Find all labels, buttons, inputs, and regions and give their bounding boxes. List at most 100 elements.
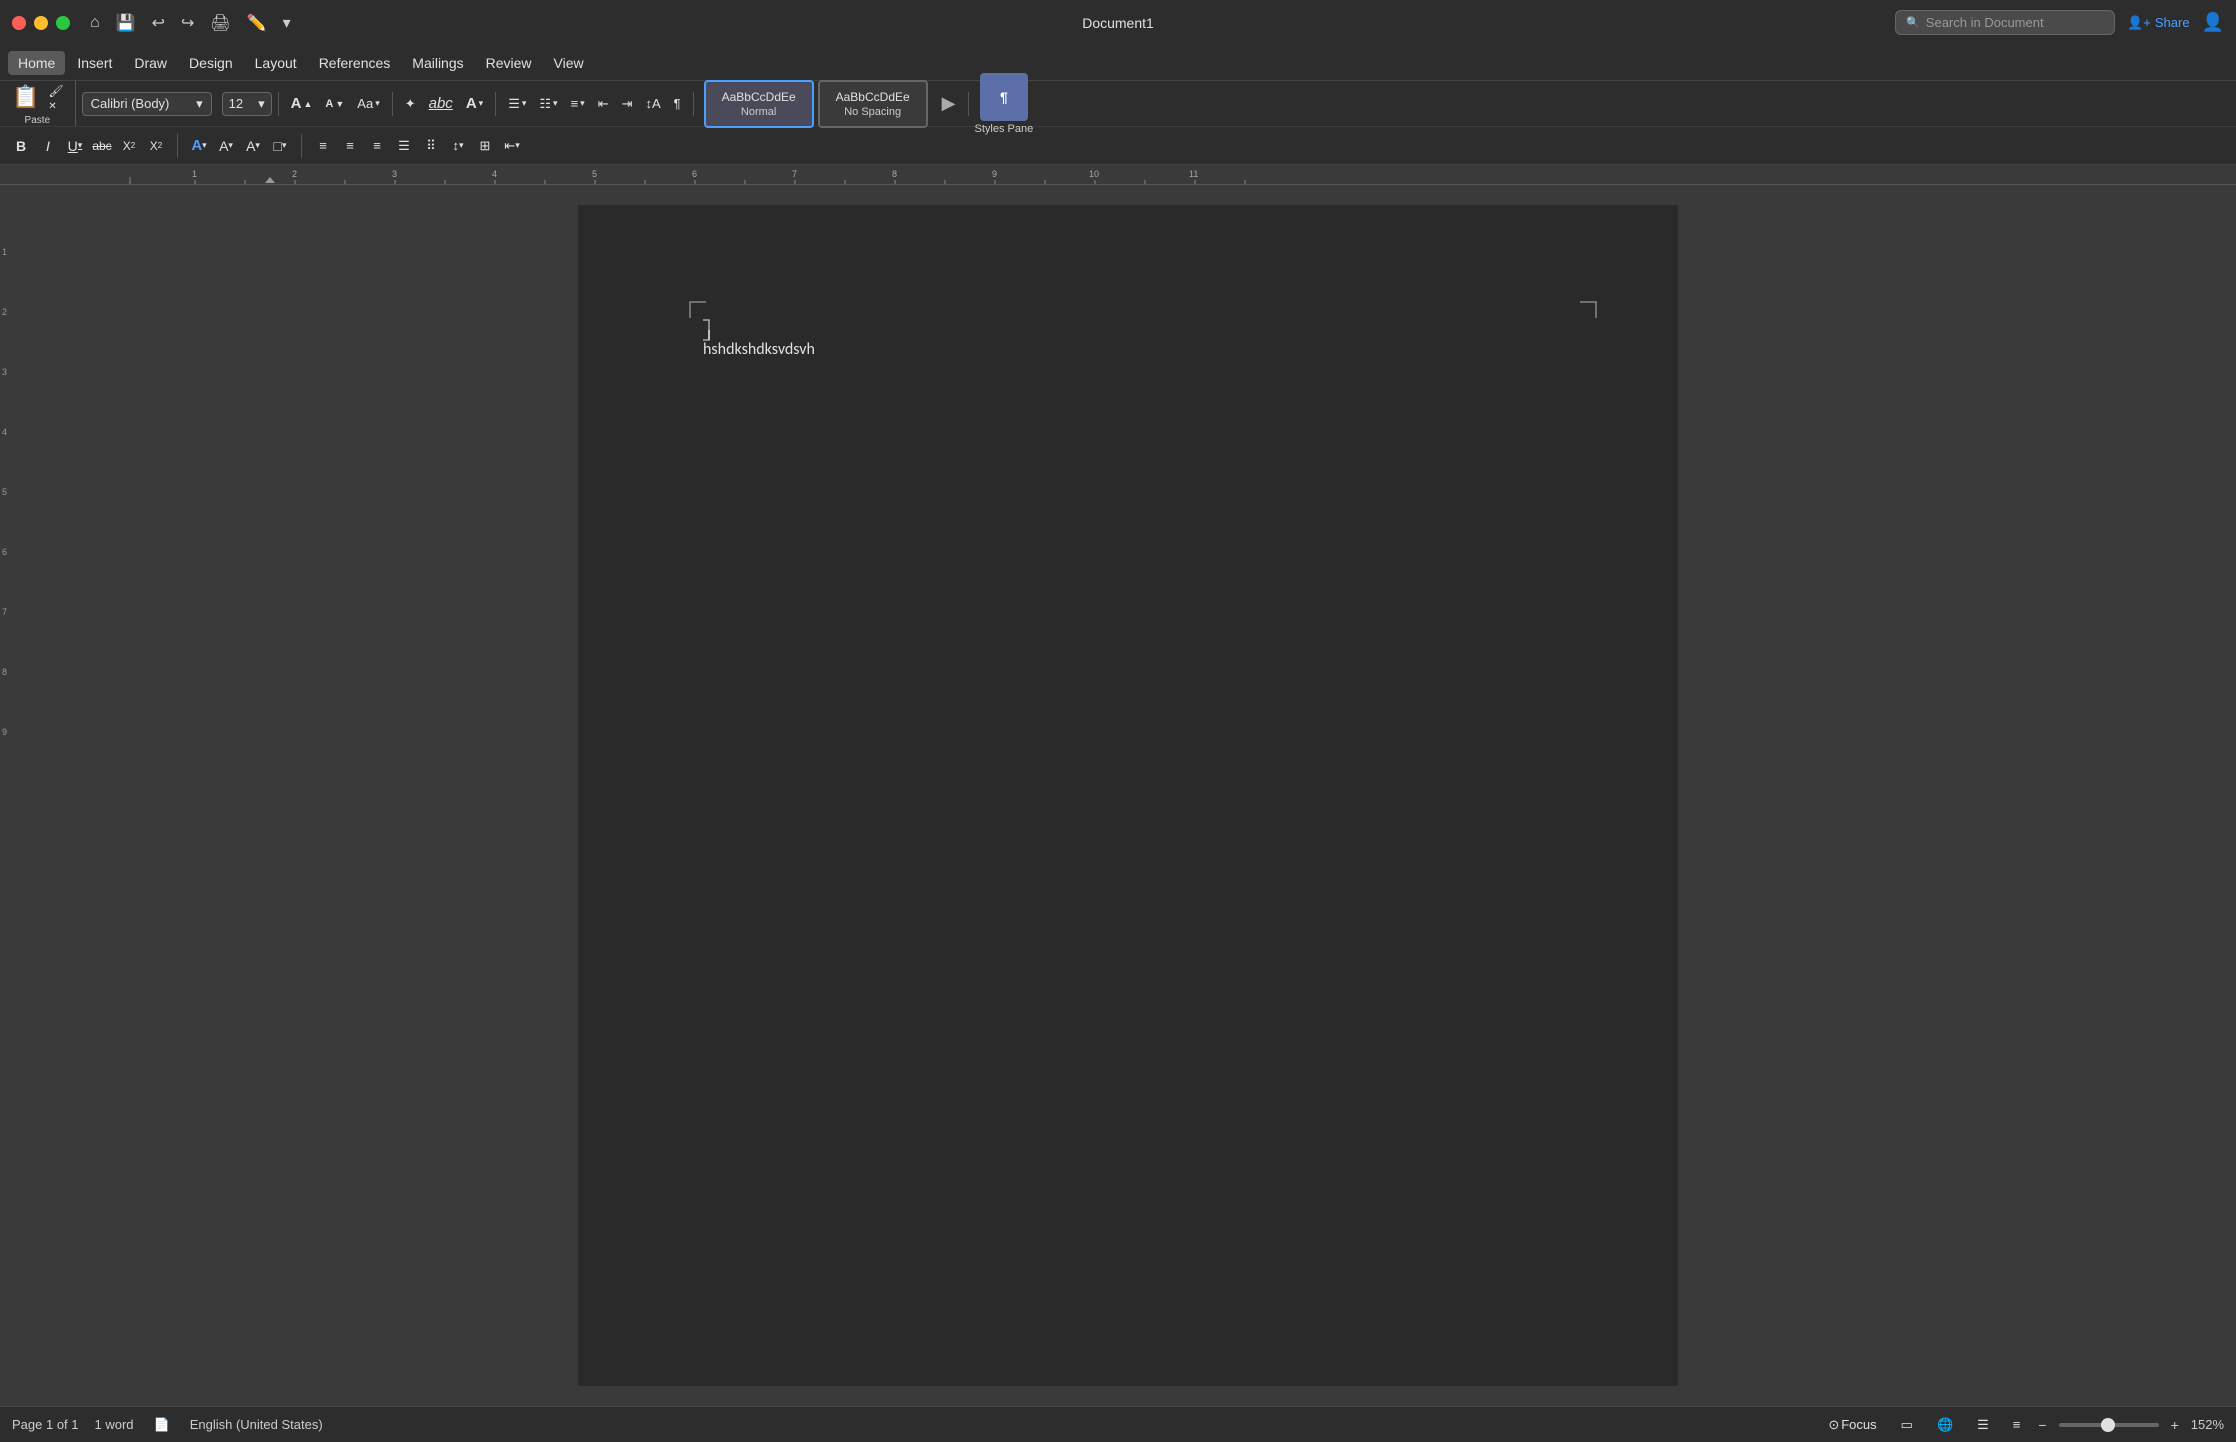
clear-format-button[interactable]: ✦ bbox=[399, 92, 422, 116]
underline-button[interactable]: U ▾ bbox=[62, 133, 88, 159]
ruler: 1 2 3 4 5 6 7 8 9 10 bbox=[0, 165, 2236, 185]
align-left-button[interactable]: ≡ bbox=[310, 134, 336, 158]
font-color-btn2[interactable]: A ▾ bbox=[186, 133, 212, 159]
undo-icon[interactable]: ↩ bbox=[152, 13, 165, 33]
strikethrough-button[interactable]: abc bbox=[89, 133, 115, 159]
decrease-indent-button[interactable]: ⇤ bbox=[592, 92, 615, 116]
menu-mailings[interactable]: Mailings bbox=[402, 51, 473, 75]
menu-home[interactable]: Home bbox=[8, 51, 65, 75]
svg-text:3: 3 bbox=[392, 169, 397, 179]
paste-options-button[interactable]: ✕ bbox=[45, 100, 66, 113]
zoom-in-button[interactable]: + bbox=[2171, 1417, 2179, 1433]
font-name-dropdown[interactable]: Calibri (Body) ▾ bbox=[82, 92, 212, 116]
bold-button[interactable]: B bbox=[8, 133, 34, 159]
save-icon[interactable]: 💾 bbox=[116, 13, 136, 33]
paste-section: 📋 🖌 ✕ Paste bbox=[8, 81, 76, 126]
distributed-button[interactable]: ⠿ bbox=[418, 134, 444, 158]
document-content[interactable]: hshdkshdksvdsvh bbox=[703, 340, 815, 359]
increase-indent-button[interactable]: ⇥ bbox=[616, 92, 639, 116]
minimize-button[interactable] bbox=[34, 16, 48, 30]
toolbar1: 📋 🖌 ✕ Paste Calibri (Body) ▾ 12 ▾ A▲ A▼ … bbox=[0, 81, 2236, 127]
style-nospace-preview: AaBbCcDdEe bbox=[832, 90, 914, 104]
toolbar-sep-t2-1 bbox=[177, 134, 178, 158]
word-count-button[interactable]: 📄 bbox=[150, 1415, 174, 1435]
view-normal-button[interactable]: ▭ bbox=[1895, 1413, 1919, 1437]
view-web-icon: 🌐 bbox=[1937, 1417, 1953, 1433]
svg-text:7: 7 bbox=[792, 169, 797, 179]
search-bar[interactable]: 🔍 Search in Document bbox=[1895, 10, 2115, 35]
indent2-button[interactable]: ⇤ ▾ bbox=[499, 134, 525, 158]
home-icon[interactable]: ⌂ bbox=[90, 14, 100, 32]
align-right-button[interactable]: ≡ bbox=[364, 134, 390, 158]
print-icon[interactable]: 🖨 bbox=[210, 13, 230, 33]
paste-button[interactable]: 📋 bbox=[8, 81, 43, 113]
text-effects-icon: abc bbox=[429, 95, 453, 112]
menu-design[interactable]: Design bbox=[179, 51, 243, 75]
styles-expand-button[interactable]: ▶ bbox=[936, 89, 962, 118]
menu-references[interactable]: References bbox=[309, 51, 401, 75]
format-painter-button[interactable]: 🖌 bbox=[45, 83, 66, 99]
document-page[interactable]: hshdkshdksvdsvh bbox=[578, 205, 1678, 1386]
text-effects-button[interactable]: abc bbox=[423, 91, 459, 116]
highlight-color-button[interactable]: A ▾ bbox=[213, 133, 239, 159]
font-color-button[interactable]: A▾ bbox=[460, 91, 489, 116]
superscript-button[interactable]: X2 bbox=[143, 133, 169, 159]
font-size-arrow: ▾ bbox=[258, 96, 265, 112]
svg-text:5: 5 bbox=[2, 487, 7, 497]
numbered-list-button[interactable]: ☷▾ bbox=[533, 92, 563, 116]
highlight-color-icon: A bbox=[219, 138, 228, 154]
justify-button[interactable]: ☰ bbox=[391, 134, 417, 158]
share-button[interactable]: 👤+ Share bbox=[2127, 15, 2189, 31]
redo-icon[interactable]: ↪ bbox=[181, 13, 194, 33]
shrink-font-button[interactable]: A▼ bbox=[319, 94, 350, 114]
menu-insert[interactable]: Insert bbox=[67, 51, 122, 75]
align-center-button[interactable]: ≡ bbox=[337, 134, 363, 158]
style-nospace-card[interactable]: AaBbCcDdEe No Spacing bbox=[818, 80, 928, 128]
focus-label: Focus bbox=[1841, 1417, 1876, 1432]
customize-icon[interactable]: ✏️ bbox=[247, 13, 267, 33]
subscript-button[interactable]: X2 bbox=[116, 133, 142, 159]
toolbar2: B I U ▾ abc X2 X2 A ▾ A ▾ A ▾ □ ▾ ≡ bbox=[0, 127, 2236, 165]
fullscreen-button[interactable] bbox=[56, 16, 70, 30]
align-center-icon: ≡ bbox=[346, 138, 354, 153]
word-count: 1 word bbox=[95, 1417, 134, 1432]
more-icon[interactable]: ▾ bbox=[283, 13, 291, 33]
view-web-button[interactable]: 🌐 bbox=[1931, 1413, 1959, 1437]
doc-canvas[interactable]: hshdkshdksvdsvh bbox=[20, 185, 2236, 1406]
corner-top-right bbox=[1578, 300, 1598, 326]
toolbar-sep-4 bbox=[693, 92, 694, 116]
font-size-value: 12 bbox=[229, 96, 243, 111]
view-outline-button[interactable]: ☰ bbox=[1971, 1413, 1995, 1437]
menu-view[interactable]: View bbox=[544, 51, 594, 75]
paragraph-button[interactable]: ⊞ bbox=[472, 134, 498, 158]
style-normal-card[interactable]: AaBbCcDdEe Normal bbox=[704, 80, 814, 128]
traffic-lights bbox=[12, 16, 70, 30]
change-case-button[interactable]: Aa▾ bbox=[351, 92, 385, 115]
menu-layout[interactable]: Layout bbox=[245, 51, 307, 75]
border-button[interactable]: □ ▾ bbox=[267, 133, 293, 159]
show-marks-button[interactable]: ¶ bbox=[668, 92, 687, 115]
line-spacing-button[interactable]: ↕ ▾ bbox=[445, 134, 471, 158]
underline-arrow: ▾ bbox=[78, 140, 83, 151]
focus-button[interactable]: ⊙ Focus bbox=[1822, 1413, 1882, 1437]
font-name-value: Calibri (Body) bbox=[91, 96, 170, 111]
close-button[interactable] bbox=[12, 16, 26, 30]
italic-button[interactable]: I bbox=[35, 133, 61, 159]
zoom-slider[interactable] bbox=[2059, 1423, 2159, 1427]
page-info: Page 1 of 1 bbox=[12, 1417, 79, 1432]
font-size-dropdown[interactable]: 12 ▾ bbox=[222, 92, 272, 116]
user-icon[interactable]: 👤 bbox=[2202, 12, 2224, 33]
menu-review[interactable]: Review bbox=[476, 51, 542, 75]
multilevel-list-button[interactable]: ≡▾ bbox=[565, 92, 591, 115]
shading-button[interactable]: A ▾ bbox=[240, 133, 266, 159]
bullet-list-button[interactable]: ☰▾ bbox=[502, 92, 532, 116]
zoom-out-button[interactable]: − bbox=[2038, 1417, 2046, 1433]
sort-button[interactable]: ↕A bbox=[640, 92, 667, 115]
view-draft-button[interactable]: ≡ bbox=[2007, 1413, 2027, 1436]
styles-pane-button[interactable]: ¶ Styles Pane bbox=[975, 73, 1034, 135]
sort-icon: ↕A bbox=[646, 96, 661, 111]
svg-text:11: 11 bbox=[1189, 169, 1198, 179]
grow-font-button[interactable]: A▲ bbox=[285, 91, 319, 116]
menu-draw[interactable]: Draw bbox=[124, 51, 177, 75]
styles-pane-icon: ¶ bbox=[980, 73, 1028, 121]
